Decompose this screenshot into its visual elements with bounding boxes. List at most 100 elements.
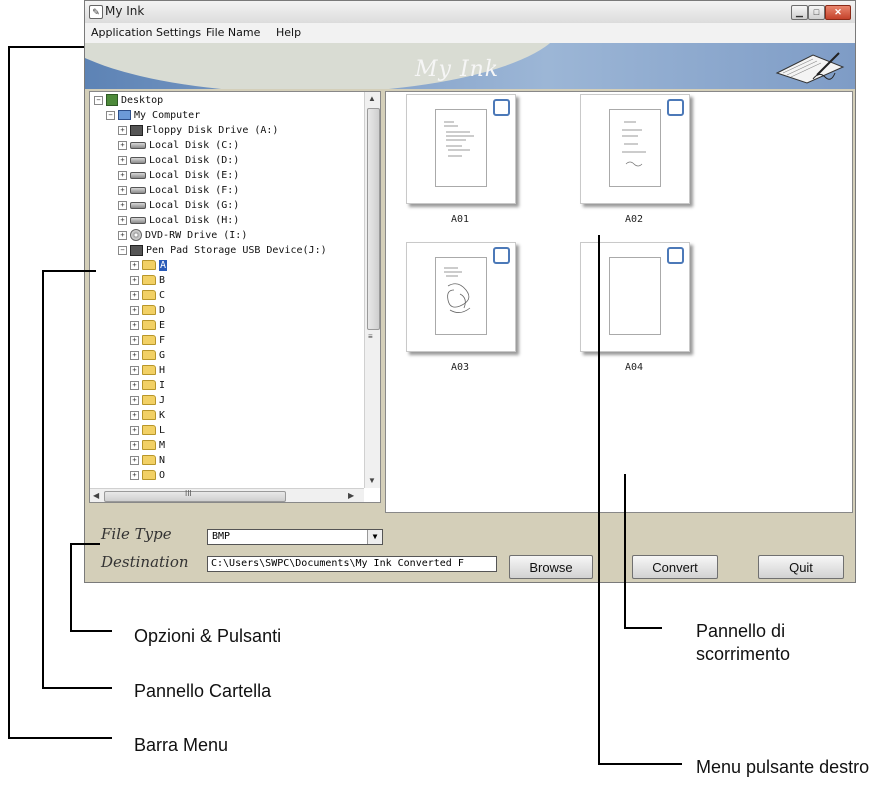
thumbnail-card[interactable]	[580, 94, 690, 204]
thumbnail-scroll-pane[interactable]: A01 A02 A03 A04	[385, 91, 853, 513]
tree-item[interactable]: + B	[130, 274, 165, 288]
menu-help[interactable]: Help	[276, 26, 301, 39]
expand-icon[interactable]: +	[118, 170, 127, 180]
tree-item[interactable]: + Local Disk (E:)	[118, 169, 239, 183]
expand-icon[interactable]: +	[130, 305, 139, 315]
expand-icon[interactable]: +	[118, 140, 127, 150]
expand-icon[interactable]: +	[130, 290, 139, 300]
tree-item[interactable]: + Local Disk (C:)	[118, 139, 239, 153]
expand-icon[interactable]: +	[130, 440, 139, 450]
select-checkbox[interactable]	[667, 247, 684, 264]
tree-item[interactable]: + DVD-RW Drive (I:)	[118, 229, 247, 243]
scroll-up-arrow-icon[interactable]: ▲	[368, 94, 376, 103]
thumbnail-card[interactable]	[406, 242, 516, 352]
minimize-button[interactable]: ▁	[791, 5, 808, 20]
tree-item[interactable]: − My Computer	[106, 109, 200, 123]
tree-item-label: C	[159, 290, 166, 301]
tree-horizontal-scrollbar[interactable]: ◀ III ▶	[90, 488, 364, 502]
expand-icon[interactable]: +	[130, 335, 139, 345]
collapse-icon[interactable]: −	[106, 110, 115, 120]
scroll-grip-label: III	[185, 489, 192, 498]
expand-icon[interactable]: +	[130, 275, 139, 285]
tree-item[interactable]: + I	[130, 379, 165, 393]
chevron-down-icon[interactable]: ▼	[367, 530, 382, 544]
folder-icon	[142, 455, 156, 465]
tree-item[interactable]: − Desktop	[94, 94, 163, 108]
file-type-select[interactable]: BMP ▼	[207, 529, 383, 545]
expand-icon[interactable]: +	[118, 230, 127, 240]
expand-icon[interactable]: +	[118, 215, 127, 225]
tree-vertical-scroll-thumb[interactable]	[367, 108, 380, 330]
callout-line-folder-panel	[42, 270, 96, 272]
thumbnail-label: A01	[450, 214, 470, 225]
expand-icon[interactable]: +	[118, 125, 127, 135]
collapse-icon[interactable]: −	[94, 95, 103, 105]
tree-item[interactable]: + O	[130, 469, 165, 483]
tree-item[interactable]: + C	[130, 289, 165, 303]
callout-line-options	[70, 543, 72, 631]
disk-icon	[130, 186, 146, 194]
tree-item[interactable]: + Local Disk (H:)	[118, 214, 239, 228]
expand-icon[interactable]: +	[130, 425, 139, 435]
callout-line-right-click-menu	[598, 235, 600, 764]
expand-icon[interactable]: +	[130, 260, 139, 270]
maximize-button[interactable]: □	[808, 5, 825, 20]
file-type-value: BMP	[212, 531, 231, 542]
scroll-right-arrow-icon[interactable]: ▶	[348, 491, 354, 500]
expand-icon[interactable]: +	[118, 200, 127, 210]
expand-icon[interactable]: +	[130, 350, 139, 360]
tree-item[interactable]: + M	[130, 439, 165, 453]
tree-item[interactable]: + H	[130, 364, 165, 378]
thumbnail-card[interactable]	[406, 94, 516, 204]
tree-item[interactable]: + F	[130, 334, 165, 348]
expand-icon[interactable]: +	[130, 320, 139, 330]
expand-icon[interactable]: +	[130, 395, 139, 405]
usb-drive-icon	[130, 244, 143, 256]
tree-item[interactable]: + N	[130, 454, 165, 468]
folder-icon	[142, 470, 156, 480]
tree-item[interactable]: + J	[130, 394, 165, 408]
tree-item[interactable]: + Local Disk (D:)	[118, 154, 239, 168]
scroll-left-arrow-icon[interactable]: ◀	[93, 491, 99, 500]
destination-field[interactable]: C:\Users\SWPC\Documents\My Ink Converted…	[207, 556, 497, 572]
folder-tree-pane[interactable]: − Desktop − My Computer + Floppy Disk Drive (…	[89, 91, 381, 503]
tree-item[interactable]: + K	[130, 409, 165, 423]
tree-item[interactable]: − Pen Pad Storage USB Device(J:)	[118, 244, 327, 258]
expand-icon[interactable]: +	[130, 365, 139, 375]
convert-button[interactable]: Convert	[632, 555, 718, 579]
select-checkbox[interactable]	[493, 99, 510, 116]
tree-item[interactable]: + E	[130, 319, 165, 333]
expand-icon[interactable]: +	[130, 470, 139, 480]
collapse-icon[interactable]: −	[118, 245, 127, 255]
expand-icon[interactable]: +	[130, 455, 139, 465]
select-checkbox[interactable]	[667, 99, 684, 116]
thumbnail-card[interactable]	[580, 242, 690, 352]
tree-item[interactable]: + Local Disk (F:)	[118, 184, 239, 198]
tree-horizontal-scroll-thumb[interactable]: III	[104, 489, 286, 502]
browse-button[interactable]: Browse	[509, 555, 593, 579]
select-checkbox[interactable]	[493, 247, 510, 264]
callout-options-buttons: Opzioni & Pulsanti	[134, 626, 282, 646]
menu-file-name[interactable]: File Name	[206, 26, 260, 39]
folder-icon	[142, 275, 156, 285]
expand-icon[interactable]: +	[130, 410, 139, 420]
tree-item[interactable]: + L	[130, 424, 165, 438]
tree-item[interactable]: + A	[130, 259, 168, 273]
tree-item[interactable]: + Floppy Disk Drive (A:)	[118, 124, 278, 138]
scroll-down-arrow-icon[interactable]: ▼	[368, 476, 376, 485]
tree-item[interactable]: + Local Disk (G:)	[118, 199, 239, 213]
quit-button[interactable]: Quit	[758, 555, 844, 579]
tree-item[interactable]: + D	[130, 304, 165, 318]
menu-application-settings[interactable]: Application Settings	[91, 26, 201, 39]
expand-icon[interactable]: +	[130, 380, 139, 390]
page-preview	[609, 257, 661, 335]
tree-vertical-scrollbar[interactable]: ▲ ≡ ▼	[364, 92, 380, 488]
expand-icon[interactable]: +	[118, 155, 127, 165]
tree-item[interactable]: + G	[130, 349, 165, 363]
callout-line-options	[70, 630, 112, 632]
folder-icon	[142, 365, 156, 375]
expand-icon[interactable]: +	[118, 185, 127, 195]
handwritten-page-icon	[444, 121, 474, 157]
close-button[interactable]: ✕	[825, 5, 851, 20]
file-type-label: File Type	[101, 525, 172, 543]
